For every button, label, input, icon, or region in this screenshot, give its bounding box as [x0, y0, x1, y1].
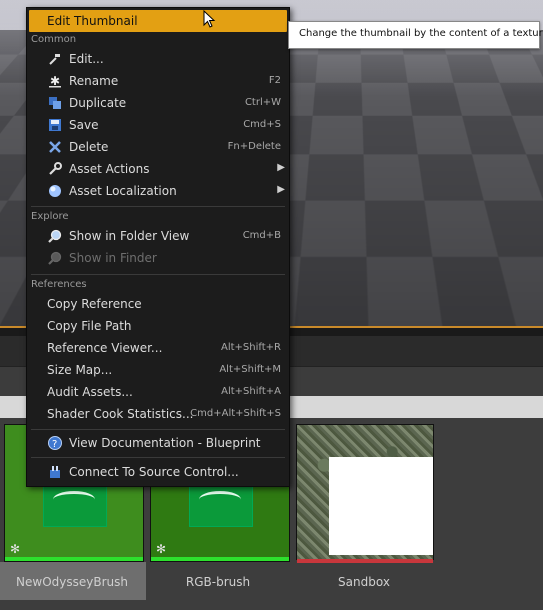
delete-icon: [49, 141, 61, 153]
menu-item-size-map[interactable]: Size Map... Alt+Shift+M: [29, 359, 287, 381]
menu-item-save[interactable]: Save Cmd+S: [29, 114, 287, 136]
asset-type-bar: [5, 557, 143, 561]
menu-item-edit-thumbnail[interactable]: Edit Thumbnail: [29, 10, 287, 32]
asset-type-bar: [297, 559, 433, 563]
menu-item-shader-cook-statistics[interactable]: Shader Cook Statistics... Cmd+Alt+Shift+…: [29, 403, 287, 425]
asset-type-bar: [151, 557, 289, 561]
menu-item-show-in-folder-view[interactable]: Show in Folder View Cmd+B: [29, 225, 287, 247]
asset-context-menu: Edit Thumbnail Common Edit... ✱ Rename F…: [26, 7, 290, 487]
menu-item-copy-file-path[interactable]: Copy File Path: [29, 315, 287, 337]
save-icon: [49, 119, 61, 131]
mouse-cursor-icon: [203, 10, 216, 28]
duplicate-icon: [49, 97, 61, 109]
modified-star-icon: ✻: [10, 542, 21, 556]
magnifier-icon: [48, 251, 62, 265]
menu-item-copy-reference[interactable]: Copy Reference: [29, 293, 287, 315]
asset-name-label[interactable]: RGB-brush: [148, 575, 288, 589]
section-header-explore: Explore: [31, 211, 69, 222]
menu-item-view-documentation[interactable]: ? View Documentation - Blueprint: [29, 432, 287, 454]
asset-name-label[interactable]: Sandbox: [294, 575, 434, 589]
submenu-arrow-icon: ▶: [277, 162, 285, 173]
menu-item-edit[interactable]: Edit...: [29, 48, 287, 70]
magnifier-icon: [48, 229, 62, 243]
menu-item-duplicate[interactable]: Duplicate Ctrl+W: [29, 92, 287, 114]
menu-item-asset-actions[interactable]: Asset Actions ▶: [29, 158, 287, 180]
modified-star-icon: ✻: [156, 542, 167, 556]
help-icon: ?: [48, 436, 62, 450]
menu-item-asset-localization[interactable]: Asset Localization ▶: [29, 180, 287, 202]
menu-item-reference-viewer[interactable]: Reference Viewer... Alt+Shift+R: [29, 337, 287, 359]
wrench-icon: [49, 162, 62, 175]
source-control-icon: [50, 466, 60, 478]
menu-item-delete[interactable]: Delete Fn+Delete: [29, 136, 287, 158]
menu-item-show-in-finder: Show in Finder: [29, 247, 287, 269]
section-header-common: Common: [31, 34, 77, 45]
asset-name-label[interactable]: NewOdysseyBrush: [2, 575, 142, 589]
rename-icon: ✱: [49, 74, 61, 88]
svg-text:?: ?: [52, 439, 57, 450]
menu-separator: [31, 457, 285, 458]
menu-separator: [31, 429, 285, 430]
globe-icon: [49, 185, 61, 197]
submenu-arrow-icon: ▶: [277, 184, 285, 195]
hammer-icon: [49, 54, 60, 65]
menu-separator: [31, 206, 285, 207]
asset-tile-sandbox[interactable]: [296, 424, 434, 563]
menu-item-rename[interactable]: ✱ Rename F2: [29, 70, 287, 92]
section-header-references: References: [31, 279, 87, 290]
menu-separator: [31, 274, 285, 275]
tooltip: Change the thumbnail by the content of a…: [288, 21, 543, 49]
menu-item-audit-assets[interactable]: Audit Assets... Alt+Shift+A: [29, 381, 287, 403]
svg-text:✱: ✱: [50, 74, 60, 88]
menu-item-connect-source-control[interactable]: Connect To Source Control...: [29, 461, 287, 483]
